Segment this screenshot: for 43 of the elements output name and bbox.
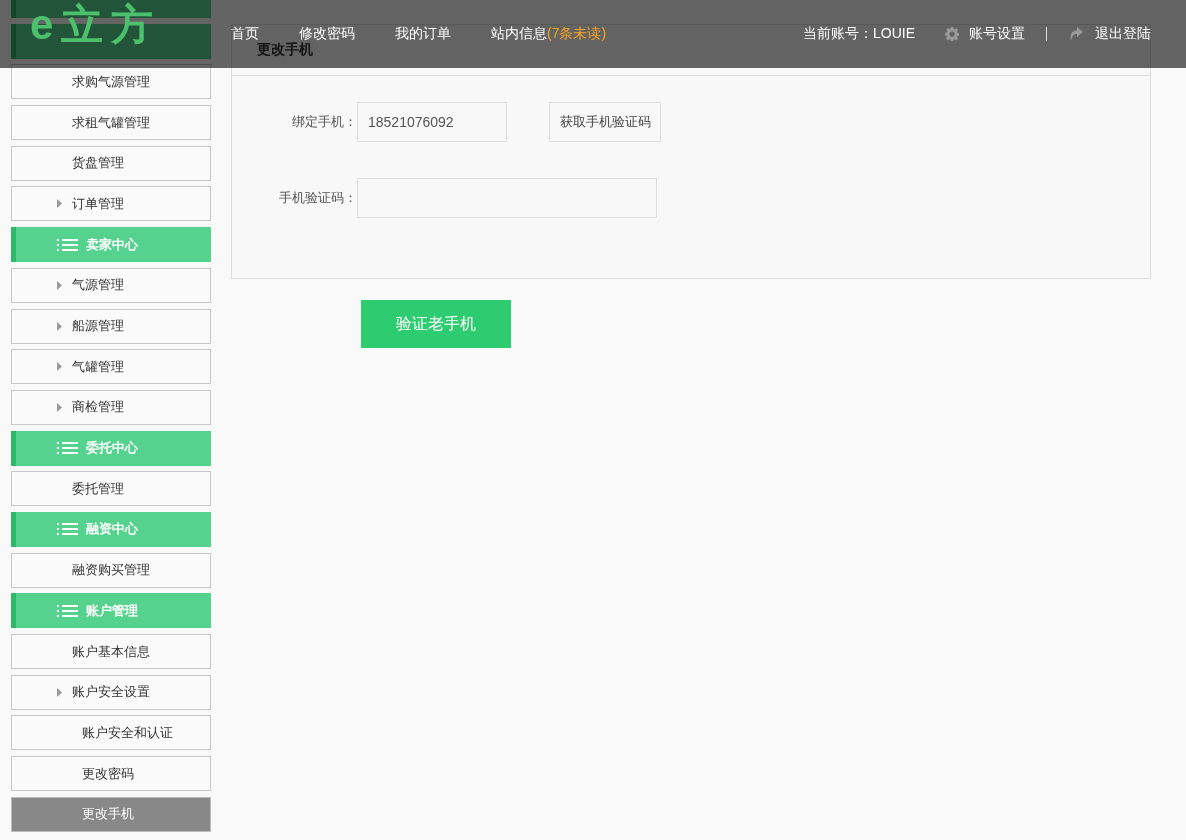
nav-link[interactable]: 我的订单 (395, 25, 451, 43)
settings-icon (945, 27, 959, 41)
logout-link[interactable]: 退出登陆 (1095, 25, 1151, 43)
sidebar-item[interactable]: 气源管理 (11, 267, 211, 303)
group-title: 卖家中心 (86, 235, 138, 254)
sidebar-item[interactable]: 气罐管理 (11, 349, 211, 385)
sidebar-item[interactable]: 商检管理 (11, 389, 211, 425)
sidebar-item[interactable]: 更改手机 (11, 796, 211, 832)
list-icon (57, 523, 78, 536)
group-title: 融资中心 (86, 520, 138, 539)
nav-link[interactable]: 站内信息(7条未读) (491, 25, 607, 43)
sidebar-item[interactable]: 更改密码 (11, 756, 211, 792)
get-code-button[interactable]: 获取手机验证码 (549, 102, 661, 142)
sidebar-item[interactable]: 求租气罐管理 (11, 105, 211, 141)
triangle-icon (57, 687, 62, 697)
sidebar-item[interactable]: 订单管理 (11, 186, 211, 222)
list-icon (57, 442, 78, 455)
sidebar-item[interactable]: 账户基本信息 (11, 634, 211, 669)
triangle-icon (57, 199, 62, 209)
nav-link[interactable]: 修改密码 (299, 25, 355, 43)
sidebar-item[interactable]: 求购气源管理 (11, 64, 211, 100)
input-field[interactable] (357, 178, 657, 218)
list-icon (57, 238, 78, 251)
triangle-icon (57, 402, 62, 412)
sidebar-item[interactable]: 融资购买管理 (11, 552, 211, 588)
triangle-icon (57, 362, 62, 372)
nav-link[interactable]: 首页 (231, 25, 259, 43)
field-label: 绑定手机： (291, 113, 357, 131)
sidebar-item[interactable]: 账户安全和认证 (11, 715, 211, 751)
settings-link[interactable]: 账号设置 (969, 25, 1025, 43)
input-field[interactable]: 18521076092 (357, 102, 507, 142)
curved-arrow-icon (1069, 27, 1083, 41)
triangle-icon (57, 280, 62, 290)
sidebar-item[interactable]: 账户安全设置 (11, 674, 211, 710)
sidebar-item[interactable]: 货盘管理 (11, 145, 211, 181)
triangle-icon (57, 321, 62, 331)
sidebar-item[interactable]: 委托管理 (11, 471, 211, 507)
account-name: 当前账号：LOUIE (803, 25, 915, 43)
group-title: 账户管理 (86, 601, 138, 620)
sidebar-item[interactable]: 船源管理 (11, 308, 211, 344)
group-title: 委托中心 (86, 439, 138, 458)
list-icon (57, 604, 78, 617)
field-label: 手机验证码： (278, 189, 357, 207)
